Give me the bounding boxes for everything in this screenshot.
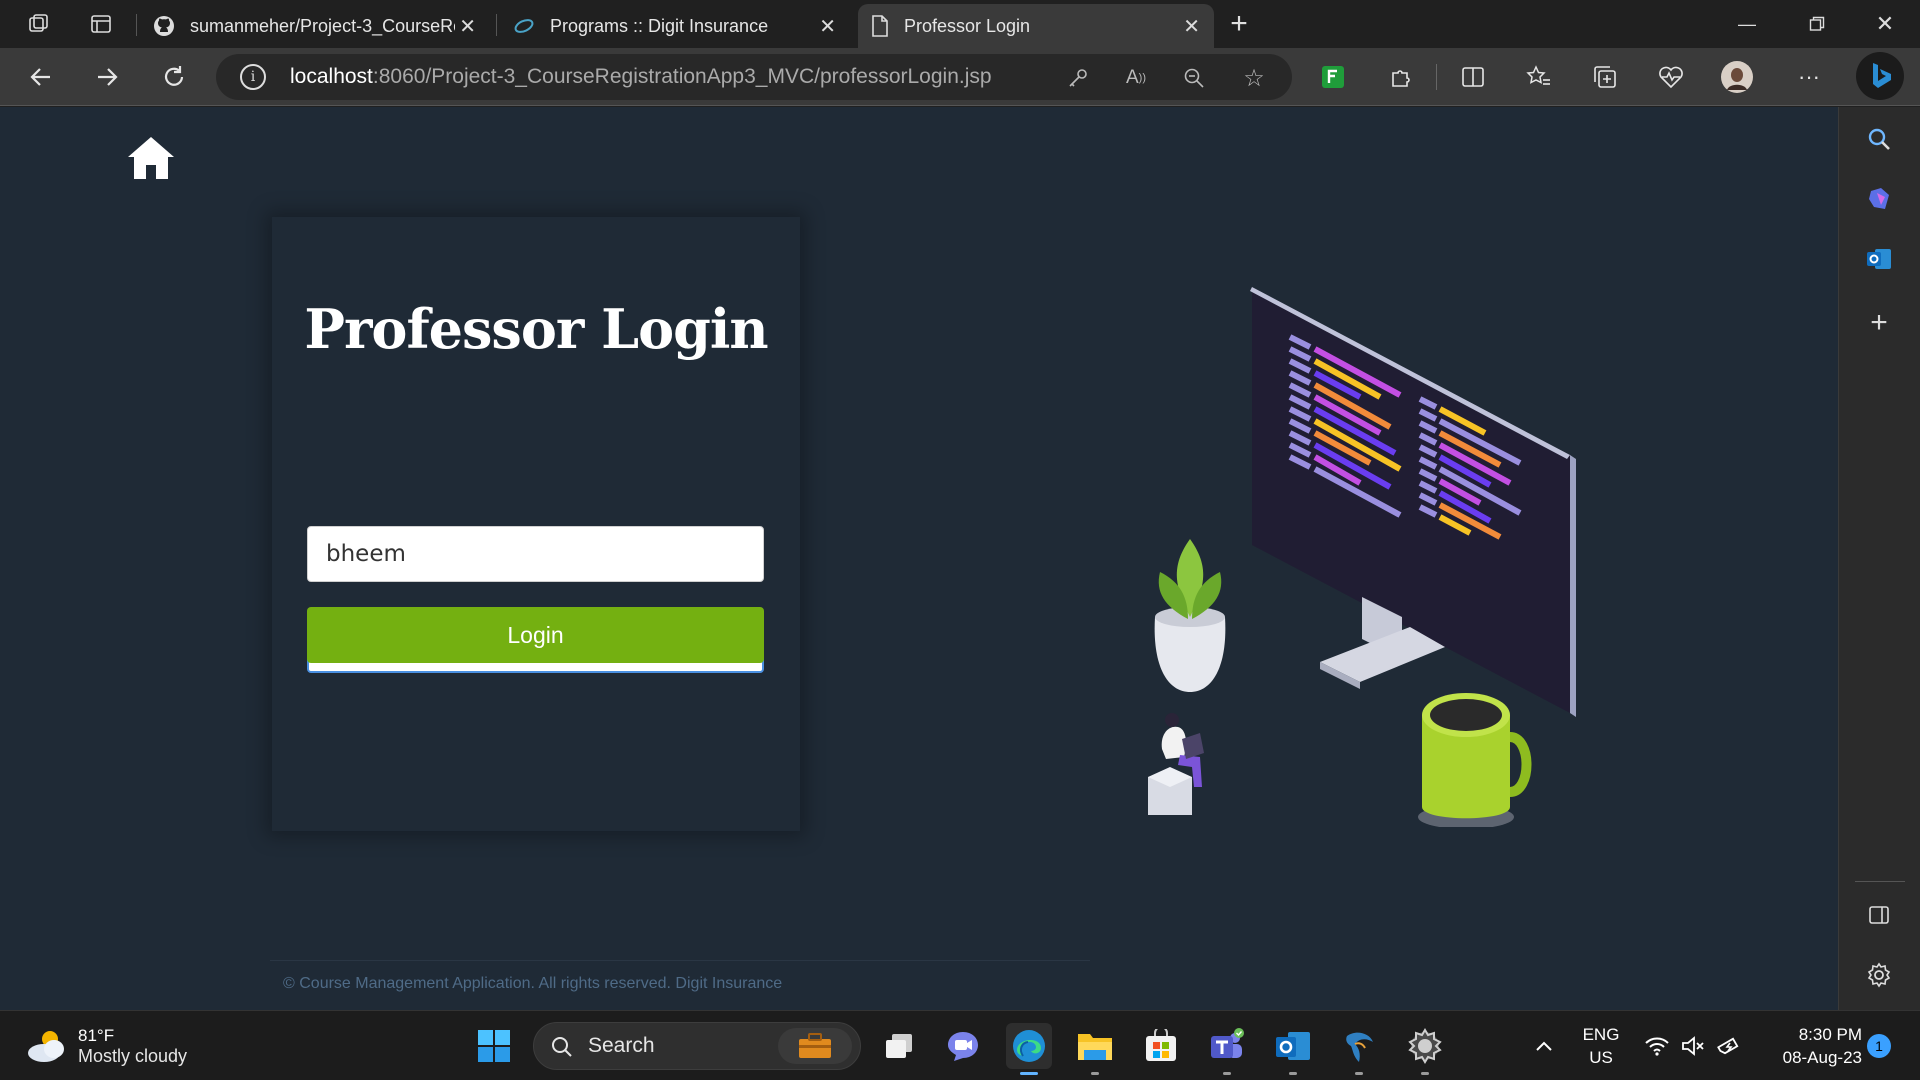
taskbar-search[interactable]: Search <box>533 1022 861 1070</box>
minimize-icon[interactable]: — <box>1722 8 1772 40</box>
tab-title: Professor Login <box>904 15 1031 36</box>
edge-sidebar: + <box>1838 107 1920 1010</box>
outlook-icon[interactable] <box>1861 241 1897 277</box>
home-icon[interactable] <box>126 135 176 181</box>
browser-tab-bar: sumanmeher/Project-3_CourseRe ✕ Programs… <box>0 0 1920 48</box>
developer-illustration <box>1148 287 1576 827</box>
language-indicator[interactable]: ENG US <box>1576 1023 1626 1069</box>
site-info-icon[interactable]: i <box>240 64 266 90</box>
weather-condition: Mostly cloudy <box>78 1045 188 1066</box>
split-screen-icon[interactable] <box>1456 60 1490 94</box>
new-tab-icon[interactable]: + <box>1224 7 1254 40</box>
address-bar[interactable]: i localhost:8060/Project-3_CourseRegistr… <box>216 54 1292 100</box>
login-card: Professor Login bheem ••••• Login <box>272 217 800 831</box>
running-indicator <box>1091 1072 1099 1075</box>
login-button[interactable]: Login <box>307 607 764 663</box>
outlook-taskbar-icon[interactable] <box>1270 1023 1316 1075</box>
extension-green-icon[interactable] <box>1316 60 1350 94</box>
collections-icon[interactable] <box>1588 60 1622 94</box>
tab-title: Programs :: Digit Insurance <box>550 15 769 36</box>
back-icon[interactable] <box>24 60 58 94</box>
restore-icon[interactable] <box>1792 8 1842 40</box>
browser-toolbar: i localhost:8060/Project-3_CourseRegistr… <box>0 48 1920 106</box>
bing-copilot-icon[interactable] <box>1856 52 1904 100</box>
show-hidden-icons-chevron-icon[interactable] <box>1522 1023 1566 1069</box>
forward-icon[interactable] <box>90 60 124 94</box>
task-view-icon[interactable] <box>876 1023 922 1069</box>
teams-chat-icon[interactable] <box>940 1023 986 1069</box>
url-text: localhost:8060/Project-3_CourseRegistrat… <box>290 65 992 88</box>
read-aloud-icon[interactable]: A)) <box>1122 64 1150 92</box>
settings-gear-icon[interactable] <box>1861 957 1897 993</box>
zoom-out-icon[interactable] <box>1180 64 1208 92</box>
battery-charging-icon[interactable] <box>1712 1023 1746 1069</box>
volume-muted-icon[interactable] <box>1676 1023 1710 1069</box>
clock[interactable]: 8:30 PM 08-Aug-23 <box>1750 1023 1862 1069</box>
close-tab-icon[interactable]: ✕ <box>819 14 836 39</box>
browser-essentials-icon[interactable] <box>1654 60 1688 94</box>
close-window-icon[interactable]: ✕ <box>1860 8 1910 40</box>
weather-widget[interactable]: 81°F Mostly cloudy <box>24 1021 187 1071</box>
date: 08-Aug-23 <box>1782 1048 1862 1067</box>
page-icon <box>872 15 888 37</box>
temperature: 81°F <box>78 1025 115 1045</box>
search-label: Search <box>588 1034 655 1057</box>
teams-icon[interactable] <box>1204 1023 1250 1075</box>
settings-app-icon[interactable] <box>1402 1023 1448 1075</box>
hide-sidebar-icon[interactable] <box>1861 897 1897 933</box>
tab-title: sumanmeher/Project-3_CourseRe <box>190 15 455 36</box>
file-explorer-icon[interactable] <box>1072 1023 1118 1075</box>
cloudy-weather-icon <box>28 1031 64 1062</box>
github-icon <box>154 16 174 36</box>
notification-badge[interactable]: 1 <box>1867 1034 1891 1058</box>
time: 8:30 PM <box>1798 1025 1862 1044</box>
refresh-icon[interactable] <box>157 60 191 94</box>
username-value: bheem <box>326 541 406 567</box>
running-indicator <box>1421 1072 1429 1075</box>
key-icon[interactable] <box>1064 64 1092 92</box>
footer-text: © Course Management Application. All rig… <box>283 975 783 992</box>
more-options-icon[interactable]: ··· <box>1792 60 1826 94</box>
close-tab-icon[interactable]: ✕ <box>1183 14 1200 39</box>
running-indicator <box>1355 1072 1363 1075</box>
running-indicator <box>1289 1072 1297 1075</box>
username-input[interactable]: bheem <box>307 526 764 582</box>
edge-browser-icon[interactable] <box>1006 1023 1052 1075</box>
copilot-icon[interactable] <box>1861 181 1897 217</box>
tab-github[interactable]: sumanmeher/Project-3_CourseRe ✕ <box>140 4 490 48</box>
tab-digit-insurance[interactable]: Programs :: Digit Insurance ✕ <box>500 4 850 48</box>
favorites-icon[interactable] <box>1522 60 1556 94</box>
start-button-icon[interactable] <box>471 1023 517 1069</box>
running-indicator <box>1223 1072 1231 1075</box>
search-icon <box>552 1037 572 1057</box>
search-icon[interactable] <box>1861 121 1897 157</box>
tab-professor-login[interactable]: Professor Login ✕ <box>858 4 1214 48</box>
footer-divider <box>270 960 1090 961</box>
close-tab-icon[interactable]: ✕ <box>459 14 476 39</box>
tab-actions-icon[interactable] <box>86 10 116 38</box>
extensions-puzzle-icon[interactable] <box>1384 60 1418 94</box>
active-indicator <box>1020 1072 1038 1075</box>
favorite-star-icon[interactable]: ☆ <box>1240 64 1268 92</box>
page-content: Professor Login bheem ••••• Login <box>0 107 1838 1010</box>
windows-taskbar: 81°F Mostly cloudy Search ENG US 8:30 PM… <box>0 1010 1920 1080</box>
wifi-icon[interactable] <box>1640 1023 1674 1069</box>
add-sidebar-app-icon[interactable]: + <box>1861 305 1897 341</box>
mysql-workbench-icon[interactable] <box>1336 1023 1382 1075</box>
site-icon <box>514 19 534 33</box>
workspaces-icon[interactable] <box>24 10 54 38</box>
briefcase-icon <box>778 1028 852 1064</box>
microsoft-store-icon[interactable] <box>1138 1023 1184 1069</box>
page-title: Professor Login <box>304 297 768 361</box>
profile-avatar[interactable] <box>1720 60 1754 94</box>
